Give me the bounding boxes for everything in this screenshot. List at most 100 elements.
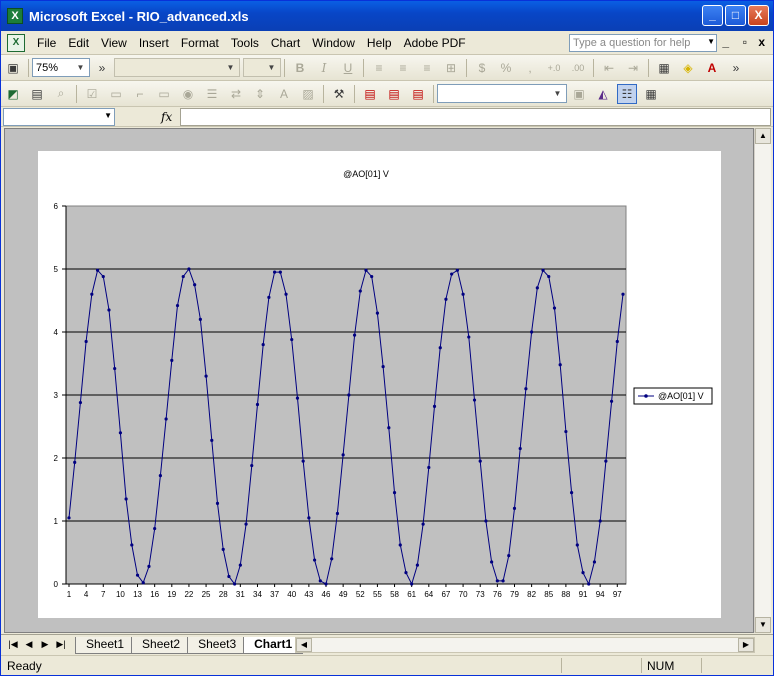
data-point bbox=[250, 463, 254, 468]
workbook-close-button[interactable]: x bbox=[758, 35, 765, 49]
data-point bbox=[592, 560, 597, 564]
menu-file[interactable]: File bbox=[31, 36, 62, 50]
scroll-right-icon[interactable]: ▶ bbox=[738, 638, 754, 652]
data-point bbox=[193, 283, 197, 287]
menu-adobe-pdf[interactable]: Adobe PDF bbox=[398, 36, 472, 50]
chart-sheet[interactable]: @AO[01] V 0 1 2 3 4 5 6 1 4 7 10 13 16 19 22 25 28 31 34 37 4… bbox=[38, 151, 721, 618]
decrease-indent-icon[interactable]: ⇤ bbox=[599, 58, 619, 78]
align-right-icon[interactable]: ≡ bbox=[417, 58, 437, 78]
data-point bbox=[564, 429, 568, 434]
decrease-decimal-icon[interactable]: .00 bbox=[568, 58, 588, 78]
chart-wizard-icon[interactable]: ◩ bbox=[3, 84, 23, 104]
data-point bbox=[438, 346, 442, 350]
menu-view[interactable]: View bbox=[95, 36, 133, 50]
tools-icon[interactable]: ⚒ bbox=[329, 84, 349, 104]
tab-sheet2[interactable]: Sheet2 bbox=[131, 636, 192, 654]
data-point bbox=[432, 404, 437, 408]
merge-center-icon[interactable]: ⊞ bbox=[441, 58, 461, 78]
line-chart[interactable]: @AO[01] V01234561 4 7 10 13 16 19 22 25 28 31 34 37 4… bbox=[38, 151, 721, 618]
workbook-icon[interactable]: X bbox=[7, 33, 25, 52]
zoom-select[interactable]: 75% ▼ bbox=[32, 58, 90, 77]
image-icon[interactable]: ▨ bbox=[298, 84, 318, 104]
increase-indent-icon[interactable]: ⇥ bbox=[623, 58, 643, 78]
next-sheet-icon[interactable]: ▶ bbox=[37, 639, 53, 650]
x-tick-label: 67 bbox=[441, 590, 450, 599]
underline-button[interactable]: U bbox=[338, 58, 358, 78]
menu-insert[interactable]: Insert bbox=[133, 36, 175, 50]
option-button-icon[interactable]: ◉ bbox=[178, 84, 198, 104]
workbook-minimize-button[interactable]: _ bbox=[722, 35, 729, 49]
close-button[interactable]: X bbox=[748, 5, 769, 26]
fill-color-icon[interactable]: ◈ bbox=[678, 58, 698, 78]
toolbar-options-icon[interactable]: » bbox=[726, 58, 746, 78]
last-sheet-icon[interactable]: ▶| bbox=[53, 639, 69, 650]
data-table-icon[interactable]: ▦ bbox=[641, 84, 661, 104]
chart-type-icon[interactable]: ◭ bbox=[593, 84, 613, 104]
spinner-icon[interactable]: ⇕ bbox=[250, 84, 270, 104]
research-icon[interactable]: ⌕ bbox=[51, 84, 71, 104]
vertical-scrollbar[interactable]: ▲ ▼ bbox=[754, 128, 771, 633]
chevron-down-icon[interactable]: ▼ bbox=[707, 37, 715, 46]
legend-icon[interactable]: ☷ bbox=[617, 83, 637, 104]
function-icon[interactable]: fx bbox=[161, 110, 172, 124]
data-point bbox=[273, 270, 277, 274]
tab-sheet1[interactable]: Sheet1 bbox=[75, 636, 136, 654]
checkbox-control-icon[interactable]: ☑ bbox=[82, 84, 102, 104]
button-control-icon[interactable]: ▭ bbox=[154, 84, 174, 104]
percent-button[interactable]: % bbox=[496, 58, 516, 78]
borders-icon[interactable]: ▦ bbox=[654, 58, 674, 78]
label-control-icon[interactable]: ▭ bbox=[106, 84, 126, 104]
pdf-review-icon[interactable]: ▤ bbox=[408, 84, 428, 104]
ask-question-input[interactable]: Type a question for help bbox=[569, 34, 717, 52]
print-preview-icon[interactable]: ▤ bbox=[27, 84, 47, 104]
font-size-select: ▼ bbox=[243, 58, 281, 77]
tab-sheet3[interactable]: Sheet3 bbox=[187, 636, 248, 654]
text-icon[interactable]: A bbox=[274, 84, 294, 104]
status-num-lock: NUM bbox=[647, 659, 675, 673]
pdf-email-icon[interactable]: ▤ bbox=[384, 84, 404, 104]
minimize-button[interactable]: _ bbox=[702, 5, 723, 26]
maximize-button[interactable]: □ bbox=[725, 5, 746, 26]
previous-sheet-icon[interactable]: ◀ bbox=[21, 639, 37, 650]
menu-chart[interactable]: Chart bbox=[265, 36, 306, 50]
italic-button[interactable]: I bbox=[314, 58, 334, 78]
formula-input[interactable] bbox=[180, 107, 771, 126]
align-left-icon[interactable]: ≡ bbox=[369, 58, 389, 78]
data-point bbox=[267, 295, 271, 299]
menu-window[interactable]: Window bbox=[306, 36, 361, 50]
menu-edit[interactable]: Edit bbox=[62, 36, 95, 50]
data-point bbox=[569, 491, 574, 495]
data-point bbox=[410, 582, 414, 586]
menu-help[interactable]: Help bbox=[361, 36, 398, 50]
increase-decimal-icon[interactable]: +.0 bbox=[544, 58, 564, 78]
list-box-icon[interactable]: ☰ bbox=[202, 84, 222, 104]
menu-format[interactable]: Format bbox=[175, 36, 225, 50]
data-point bbox=[175, 303, 180, 308]
data-point bbox=[575, 543, 579, 547]
format-object-icon[interactable]: ▣ bbox=[569, 84, 589, 104]
pdf-convert-icon[interactable]: ▤ bbox=[360, 84, 380, 104]
horizontal-scrollbar[interactable]: ◀ ▶ bbox=[295, 637, 755, 653]
menu-tools[interactable]: Tools bbox=[225, 36, 265, 50]
bold-button[interactable]: B bbox=[290, 58, 310, 78]
align-center-icon[interactable]: ≡ bbox=[393, 58, 413, 78]
name-box[interactable]: ▼ bbox=[3, 107, 115, 126]
currency-button[interactable]: $ bbox=[472, 58, 492, 78]
title-bar[interactable]: X Microsoft Excel - RIO_advanced.xls _ □… bbox=[1, 1, 773, 31]
combo-box-icon[interactable]: ⇄ bbox=[226, 84, 246, 104]
comma-button[interactable]: , bbox=[520, 58, 540, 78]
workbook-restore-button[interactable]: ▫ bbox=[743, 35, 747, 49]
data-point bbox=[335, 511, 340, 516]
data-point bbox=[524, 387, 528, 391]
scroll-up-icon[interactable]: ▲ bbox=[755, 128, 771, 144]
chart-objects-select[interactable]: ▼ bbox=[437, 84, 567, 103]
group-box-icon[interactable]: ⌐ bbox=[130, 84, 150, 104]
save-icon[interactable]: ▣ bbox=[3, 58, 23, 78]
scroll-left-icon[interactable]: ◀ bbox=[296, 638, 312, 652]
toolbar-options-icon[interactable]: » bbox=[92, 58, 112, 78]
y-tick-label: 2 bbox=[54, 454, 59, 463]
scroll-down-icon[interactable]: ▼ bbox=[755, 617, 771, 633]
first-sheet-icon[interactable]: |◀ bbox=[5, 639, 21, 650]
data-point bbox=[187, 267, 191, 271]
font-color-icon[interactable]: A bbox=[702, 58, 722, 78]
